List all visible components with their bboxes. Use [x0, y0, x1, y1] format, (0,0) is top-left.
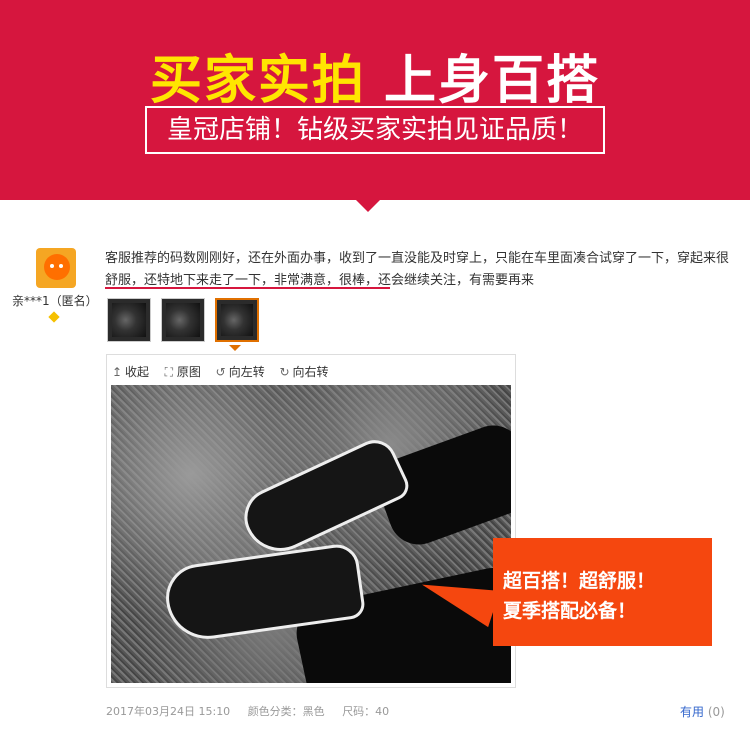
- useful-button[interactable]: 有用 (0): [680, 703, 725, 720]
- highlight-underline: [105, 287, 390, 289]
- thumbnail-1[interactable]: [107, 298, 151, 342]
- avatar[interactable]: [36, 248, 76, 288]
- viewer-toolbar: ↥ 收起 ⛶ 原图 ↺ 向左转 ↻ 向右转: [111, 363, 339, 380]
- callout-line-1: 超百搭！超舒服！: [503, 570, 656, 592]
- review-date: 2017年03月24日 15:10: [106, 705, 231, 718]
- rotate-right-icon: ↻: [279, 365, 290, 379]
- rotate-left-label: 向左转: [228, 365, 265, 379]
- image-viewer: ↥ 收起 ⛶ 原图 ↺ 向左转 ↻ 向右转: [106, 354, 516, 688]
- original-button[interactable]: ⛶ 原图: [163, 363, 201, 380]
- rotate-right-button[interactable]: ↻ 向右转: [279, 363, 329, 380]
- thumbnail-2[interactable]: [161, 298, 205, 342]
- expand-icon: ⛶: [164, 365, 174, 379]
- thumbnail-image: [112, 303, 146, 337]
- avatar-face: [44, 254, 70, 280]
- banner-title-white: 上身百搭: [384, 51, 601, 111]
- review-text: 客服推荐的码数刚刚好，还在外面办事，收到了一直没能及时穿上，只能在车里面凑合试穿…: [105, 251, 730, 288]
- banner-title-yellow: 买家实拍: [149, 51, 366, 111]
- callout-line-2: 夏季搭配必备！: [503, 600, 637, 622]
- banner-arrow: [354, 198, 382, 212]
- review-meta: 2017年03月24日 15:10 颜色分类：黑色 尺码：40: [106, 703, 403, 719]
- original-label: 原图: [176, 365, 201, 379]
- thumbnail-image: [166, 303, 200, 337]
- arrow-up-icon: ↥: [111, 365, 123, 379]
- collapse-button[interactable]: ↥ 收起: [111, 363, 149, 380]
- useful-count: (0): [707, 705, 725, 719]
- thumbnail-image: [221, 304, 253, 336]
- useful-label: 有用: [680, 705, 705, 719]
- thumbnail-pointer: [229, 345, 241, 351]
- banner-title: 买家实拍 上身百搭: [0, 38, 750, 113]
- rotate-right-label: 向右转: [292, 365, 329, 379]
- avatar-eye: [59, 264, 63, 268]
- username: 亲***1（匿名）: [12, 294, 98, 308]
- collapse-label: 收起: [125, 365, 150, 379]
- avatar-eye: [50, 264, 54, 268]
- promo-callout: 超百搭！超舒服！ 夏季搭配必备！: [493, 538, 712, 646]
- banner-subtitle: 皇冠店铺！钻级买家实拍见证品质！: [145, 106, 605, 154]
- thumbnail-3[interactable]: [215, 298, 259, 342]
- color-label: 颜色分类：黑色: [247, 705, 325, 718]
- rotate-left-button[interactable]: ↺ 向左转: [215, 363, 265, 380]
- rotate-left-icon: ↺: [215, 365, 226, 379]
- diamond-icon: [48, 311, 60, 323]
- review-photo[interactable]: [111, 385, 511, 683]
- size-label: 尺码：40: [342, 705, 390, 718]
